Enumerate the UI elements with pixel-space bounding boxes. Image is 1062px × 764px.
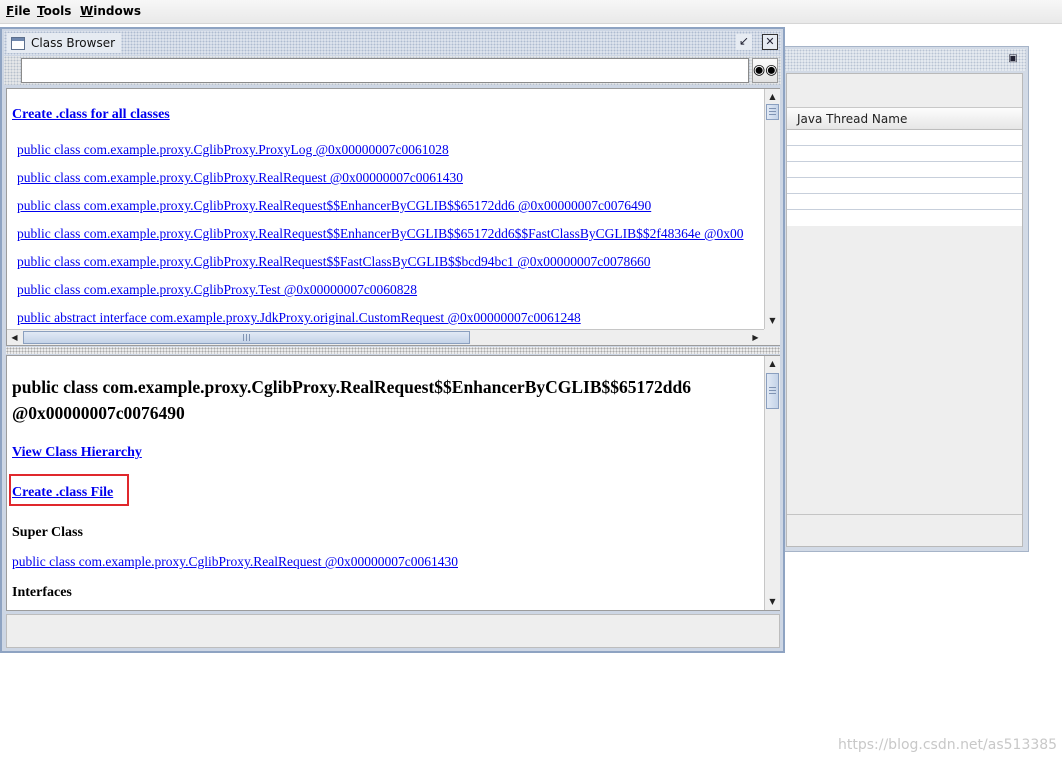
table-row[interactable]: [787, 162, 1022, 178]
scroll-right-icon[interactable]: ▶: [748, 330, 763, 345]
class-list-hscrollbar[interactable]: ◀ ▶: [7, 329, 764, 345]
menu-bar: File Tools Windows: [0, 0, 1062, 24]
class-link[interactable]: public class com.example.proxy.CglibProx…: [17, 170, 463, 186]
scroll-down-icon[interactable]: ▼: [765, 594, 780, 609]
table-row[interactable]: [787, 146, 1022, 162]
class-heading: public class com.example.proxy.CglibProx…: [12, 377, 691, 423]
menu-file-mnemonic: F: [6, 4, 15, 18]
binoculars-icon[interactable]: ◉◉: [752, 58, 778, 83]
super-class-link[interactable]: public class com.example.proxy.CglibProx…: [12, 554, 458, 570]
thread-column-header[interactable]: Java Thread Name: [787, 108, 1022, 130]
thread-details-area: [787, 226, 1022, 514]
scrollbar-thumb[interactable]: [23, 331, 470, 344]
window-title-text: Class Browser: [31, 36, 116, 50]
create-class-file-link[interactable]: Create .class File: [12, 485, 113, 501]
scrollbar-thumb[interactable]: [766, 373, 779, 409]
class-link[interactable]: public class com.example.proxy.CglibProx…: [17, 282, 417, 298]
class-detail: public class com.example.proxy.CglibProx…: [7, 356, 764, 610]
class-link[interactable]: public class com.example.proxy.CglibProx…: [17, 254, 651, 270]
class-link[interactable]: public abstract interface com.example.pr…: [17, 310, 581, 326]
scroll-corner: [764, 329, 780, 345]
menu-windows-label: indows: [93, 4, 141, 18]
class-detail-pane: public class com.example.proxy.CglibProx…: [6, 355, 780, 611]
menu-windows[interactable]: Windows: [80, 4, 141, 18]
scroll-up-icon[interactable]: ▲: [765, 89, 780, 104]
scroll-up-icon[interactable]: ▲: [765, 356, 780, 371]
class-browser-status-bar: [6, 614, 780, 648]
table-row[interactable]: [787, 178, 1022, 194]
class-detail-vscrollbar[interactable]: ▲ ▼: [764, 356, 780, 610]
menu-tools-mnemonic: T: [37, 4, 44, 18]
menu-file[interactable]: File: [6, 4, 31, 18]
thread-status-bar: [787, 514, 1022, 546]
table-row[interactable]: [787, 194, 1022, 210]
pane-splitter[interactable]: [6, 347, 780, 354]
thread-table: [787, 130, 1022, 226]
menu-windows-mnemonic: W: [80, 4, 94, 18]
watermark: https://blog.csdn.net/as513385: [838, 737, 1058, 753]
interfaces-label: Interfaces: [12, 585, 72, 600]
search-bar: ◉◉: [4, 56, 781, 85]
class-browser-window: Class Browser ↙ ✕ ◉◉ Create .class for a…: [0, 27, 785, 653]
menu-tools-label: ools: [43, 4, 72, 18]
class-link[interactable]: public class com.example.proxy.CglibProx…: [17, 142, 449, 158]
class-link[interactable]: public class com.example.proxy.CglibProx…: [17, 226, 743, 242]
create-all-classes-link[interactable]: Create .class for all classes: [12, 107, 170, 123]
view-class-hierarchy-link[interactable]: View Class Hierarchy: [12, 445, 142, 461]
thread-window-content: Java Thread Name: [786, 73, 1023, 547]
maximize-icon[interactable]: ▣: [1006, 52, 1020, 66]
thread-toolbar: [787, 74, 1022, 108]
scroll-down-icon[interactable]: ▼: [765, 313, 780, 328]
window-icon: [11, 36, 25, 50]
class-browser-titlebar[interactable]: Class Browser ↙ ✕: [4, 31, 781, 55]
class-list: Create .class for all classes public cla…: [7, 89, 764, 329]
menu-file-label: ile: [14, 4, 31, 18]
class-list-vscrollbar[interactable]: ▲ ▼: [764, 89, 780, 329]
search-input[interactable]: [21, 58, 749, 83]
scroll-left-icon[interactable]: ◀: [7, 330, 22, 345]
close-icon[interactable]: ✕: [762, 34, 778, 50]
thread-window-titlebar[interactable]: [781, 49, 1026, 71]
thread-window: ▣ Java Thread Name: [780, 46, 1029, 552]
scrollbar-thumb[interactable]: [766, 104, 779, 120]
class-link[interactable]: public class com.example.proxy.CglibProx…: [17, 198, 651, 214]
super-class-label: Super Class: [12, 525, 83, 540]
table-row[interactable]: [787, 130, 1022, 146]
restore-icon[interactable]: ↙: [736, 34, 752, 50]
window-title: Class Browser: [7, 33, 122, 53]
class-list-pane: Create .class for all classes public cla…: [6, 88, 780, 346]
menu-tools[interactable]: Tools: [37, 4, 71, 18]
